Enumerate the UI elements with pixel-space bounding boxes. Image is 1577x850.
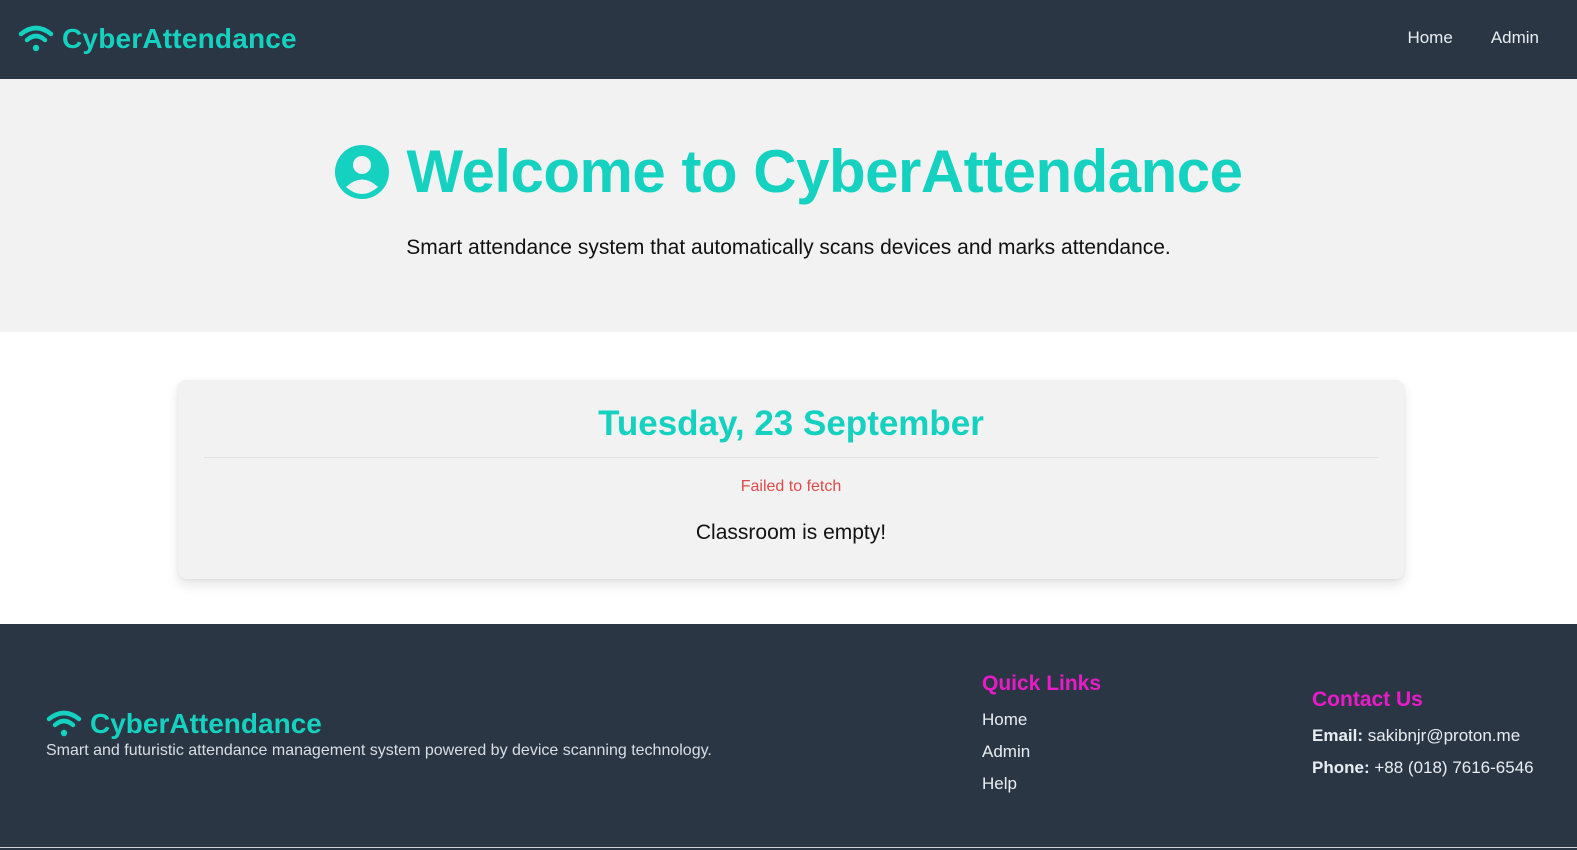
- contact-email-row: Email: sakibnjr@proton.me: [1312, 726, 1534, 746]
- footer-brand-name: CyberAttendance: [90, 708, 322, 739]
- footer-brand: CyberAttendance: [46, 708, 322, 740]
- email-label: Email:: [1312, 726, 1364, 745]
- main-nav: Home Admin: [1407, 28, 1539, 48]
- nav-admin-link[interactable]: Admin: [1491, 28, 1539, 48]
- contact-section: Contact Us Email: sakibnjr@proton.me Pho…: [1312, 688, 1534, 790]
- fetch-error-message: Failed to fetch: [740, 478, 842, 495]
- brand-logo[interactable]: CyberAttendance: [18, 20, 297, 58]
- quick-links: Quick Links Home Admin Help: [982, 672, 1101, 806]
- page-title: Welcome to CyberAttendance: [406, 138, 1243, 205]
- attendance-card: Tuesday, 23 September Failed to fetch Cl…: [178, 380, 1404, 579]
- brand-name: CyberAttendance: [62, 23, 297, 54]
- phone-value[interactable]: +88 (018) 7616-6546: [1374, 758, 1533, 777]
- hero-subtitle: Smart attendance system that automatical…: [406, 236, 1171, 259]
- hero-title-row: Welcome to CyberAttendance: [0, 137, 1577, 206]
- footer-bottom-border: [0, 847, 1577, 848]
- hero-section: Welcome to CyberAttendance Smart attenda…: [0, 79, 1577, 332]
- footer-link-home[interactable]: Home: [982, 710, 1101, 730]
- phone-label: Phone:: [1312, 758, 1370, 777]
- contact-phone-row: Phone: +88 (018) 7616-6546: [1312, 758, 1534, 778]
- contact-heading: Contact Us: [1312, 688, 1423, 711]
- site-footer: CyberAttendance Smart and futuristic att…: [0, 624, 1577, 850]
- wifi-icon: [46, 710, 82, 737]
- empty-classroom-message: Classroom is empty!: [695, 521, 887, 544]
- nav-home-link[interactable]: Home: [1407, 28, 1452, 48]
- user-circle-icon: [335, 144, 390, 199]
- email-value[interactable]: sakibnjr@proton.me: [1368, 726, 1520, 745]
- quick-links-heading: Quick Links: [982, 672, 1102, 695]
- footer-link-help[interactable]: Help: [982, 774, 1101, 794]
- top-navbar: CyberAttendance Home Admin: [0, 0, 1577, 79]
- attendance-date: Tuesday, 23 September: [598, 404, 984, 443]
- footer-description: Smart and futuristic attendance manageme…: [46, 742, 712, 759]
- card-divider: [204, 457, 1378, 458]
- wifi-icon: [18, 25, 54, 52]
- footer-link-admin[interactable]: Admin: [982, 742, 1101, 762]
